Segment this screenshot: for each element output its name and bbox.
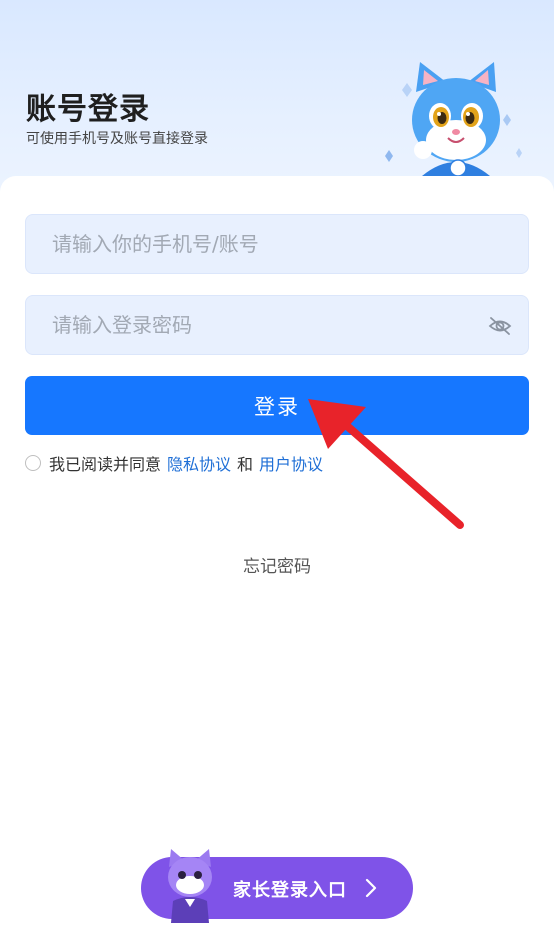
agreement-checkbox[interactable]: [25, 455, 41, 471]
eye-off-icon[interactable]: [488, 315, 512, 337]
agreement-text: 我已阅读并同意: [49, 455, 162, 474]
red-arrow-icon: [308, 399, 464, 529]
account-input[interactable]: [26, 215, 528, 273]
forgot-password-link[interactable]: 忘记密码: [0, 552, 554, 577]
password-input[interactable]: [26, 296, 528, 354]
parent-login-button[interactable]: 家长登录入口: [141, 849, 413, 923]
page-subtitle: 可使用手机号及账号直接登录: [26, 131, 208, 147]
purple-cat-mascot-icon: [168, 849, 212, 923]
chevron-right-icon: [365, 878, 377, 898]
parent-login-label: 家长登录入口: [233, 880, 347, 901]
account-field[interactable]: [25, 214, 529, 274]
password-field[interactable]: [25, 295, 529, 355]
page-title: 账号登录: [26, 92, 150, 127]
privacy-policy-link[interactable]: 隐私协议: [167, 451, 231, 475]
blue-cat-mascot-icon: [385, 62, 522, 183]
agreement-conjunction: 和: [237, 455, 254, 474]
agreement-row: 我已阅读并同意 隐私协议 和 用户协议: [25, 452, 323, 474]
